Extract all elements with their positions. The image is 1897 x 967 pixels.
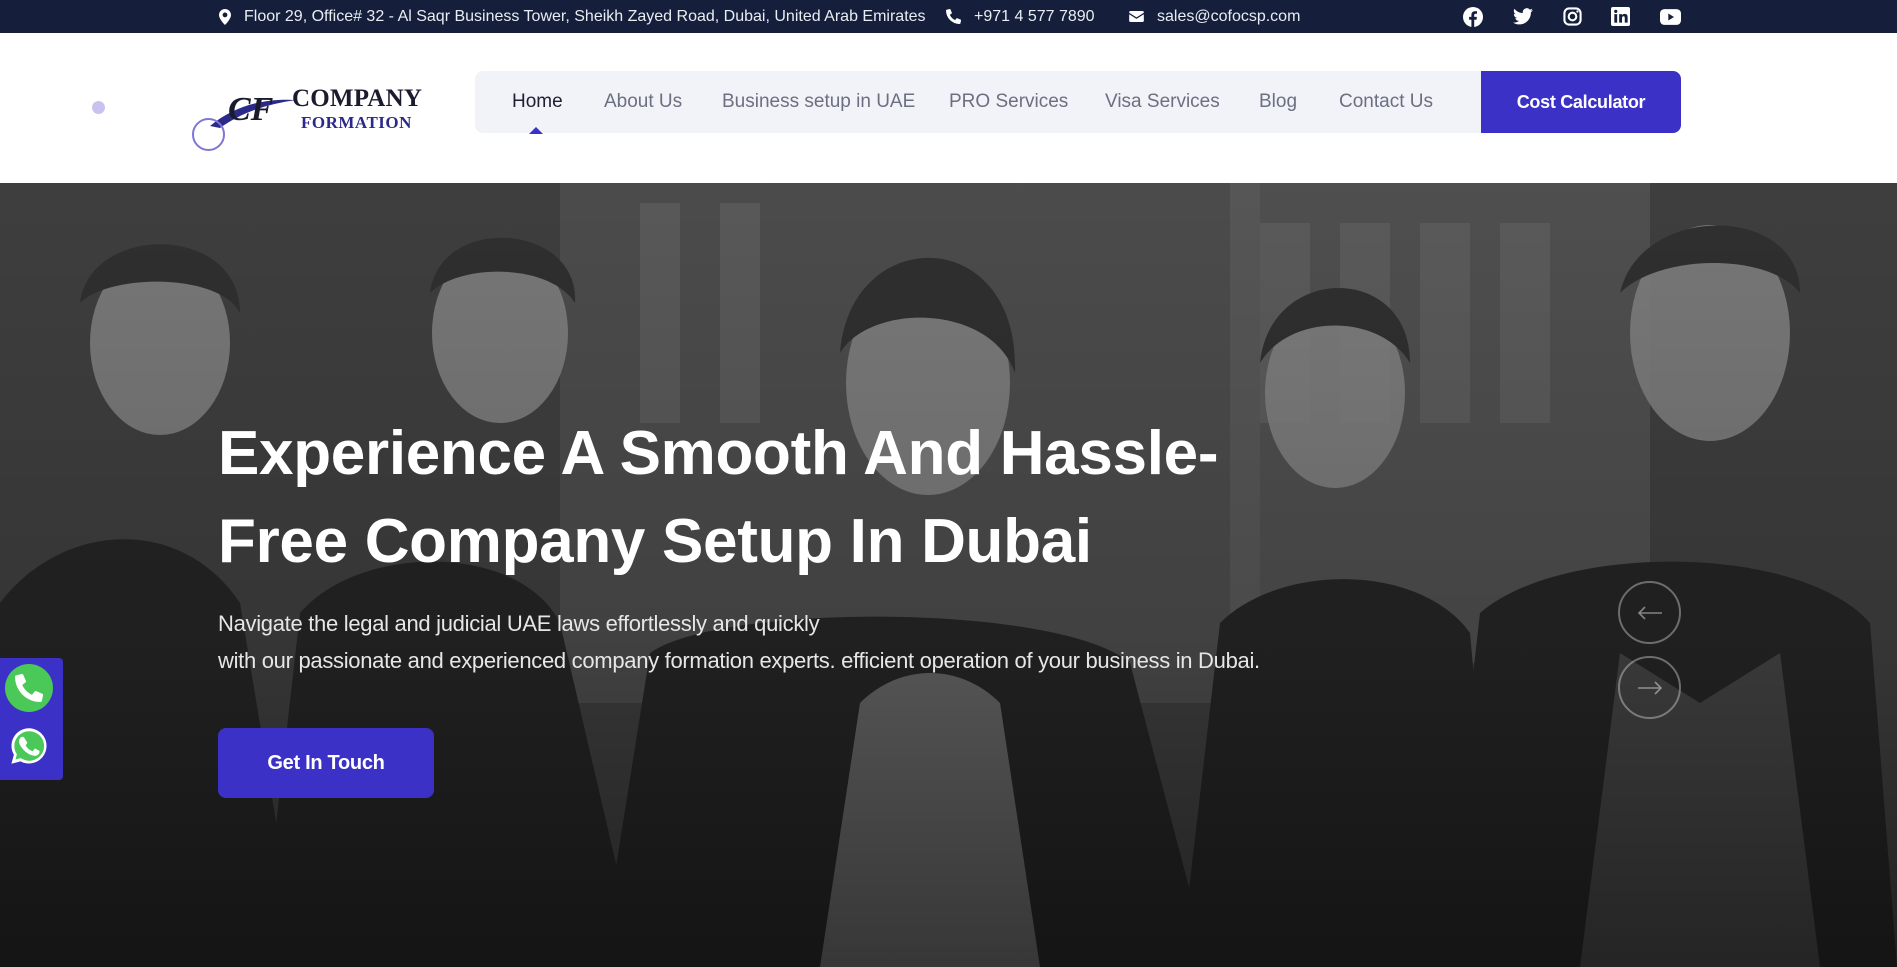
decorative-ring bbox=[192, 118, 225, 151]
floating-whatsapp-button[interactable] bbox=[5, 722, 53, 770]
floating-contact-bar bbox=[0, 658, 63, 780]
topbar-email[interactable]: sales@cofocsp.com bbox=[1129, 0, 1300, 33]
nav-about-us[interactable]: About Us bbox=[604, 71, 682, 133]
nav-home[interactable]: Home bbox=[512, 71, 563, 133]
nav-pro-services[interactable]: PRO Services bbox=[949, 71, 1068, 133]
topbar-address: Floor 29, Office# 32 - Al Saqr Business … bbox=[219, 0, 926, 33]
hero-subtitle-line1: Navigate the legal and judicial UAE laws… bbox=[218, 611, 820, 636]
social-facebook[interactable] bbox=[1462, 0, 1484, 33]
email-text: sales@cofocsp.com bbox=[1157, 7, 1301, 25]
address-text: Floor 29, Office# 32 - Al Saqr Business … bbox=[244, 7, 926, 25]
twitter-icon[interactable] bbox=[1512, 6, 1534, 28]
social-youtube[interactable] bbox=[1659, 0, 1681, 33]
get-in-touch-button[interactable]: Get In Touch bbox=[218, 728, 434, 798]
envelope-icon bbox=[1129, 11, 1144, 22]
floating-call-button[interactable] bbox=[5, 664, 53, 712]
nav-visa-services[interactable]: Visa Services bbox=[1105, 71, 1220, 133]
phone-icon bbox=[946, 9, 961, 24]
logo-formation-text: FORMATION bbox=[301, 113, 412, 132]
social-twitter[interactable] bbox=[1512, 0, 1534, 33]
phone-icon bbox=[15, 674, 43, 702]
decorative-dot bbox=[92, 101, 105, 114]
cost-calculator-button[interactable]: Cost Calculator bbox=[1481, 71, 1681, 133]
active-nav-indicator bbox=[529, 127, 543, 134]
social-instagram[interactable] bbox=[1561, 0, 1583, 33]
main-nav: Home About Us Business setup in UAE PRO … bbox=[475, 71, 1481, 133]
company-logo[interactable]: CF COMPANY FORMATION bbox=[204, 82, 424, 140]
map-pin-icon bbox=[219, 8, 231, 25]
phone-text: +971 4 577 7890 bbox=[974, 7, 1095, 25]
instagram-icon[interactable] bbox=[1561, 6, 1583, 28]
slider-next-button[interactable] bbox=[1618, 656, 1681, 719]
nav-contact-us[interactable]: Contact Us bbox=[1339, 71, 1433, 133]
arrow-left-icon bbox=[1637, 605, 1662, 620]
top-bar: Floor 29, Office# 32 - Al Saqr Business … bbox=[0, 0, 1897, 33]
whatsapp-icon bbox=[11, 728, 47, 764]
facebook-icon[interactable] bbox=[1462, 6, 1484, 28]
arrow-right-icon bbox=[1637, 680, 1662, 695]
social-linkedin[interactable] bbox=[1609, 0, 1631, 33]
logo-company-text: COMPANY bbox=[292, 85, 423, 112]
hero-section: Experience A Smooth And Hassle-Free Comp… bbox=[0, 183, 1897, 967]
slider-prev-button[interactable] bbox=[1618, 581, 1681, 644]
hero-title: Experience A Smooth And Hassle-Free Comp… bbox=[218, 419, 1219, 576]
linkedin-icon[interactable] bbox=[1609, 6, 1631, 28]
hero-subtitle: Navigate the legal and judicial UAE laws… bbox=[218, 605, 1318, 679]
nav-blog[interactable]: Blog bbox=[1259, 71, 1297, 133]
nav-business-setup[interactable]: Business setup in UAE bbox=[722, 71, 915, 133]
youtube-icon[interactable] bbox=[1659, 6, 1681, 28]
logo-mark-text: CF bbox=[228, 91, 274, 128]
topbar-phone[interactable]: +971 4 577 7890 bbox=[946, 0, 1095, 33]
hero-subtitle-line2: with our passionate and experienced comp… bbox=[218, 648, 1260, 673]
